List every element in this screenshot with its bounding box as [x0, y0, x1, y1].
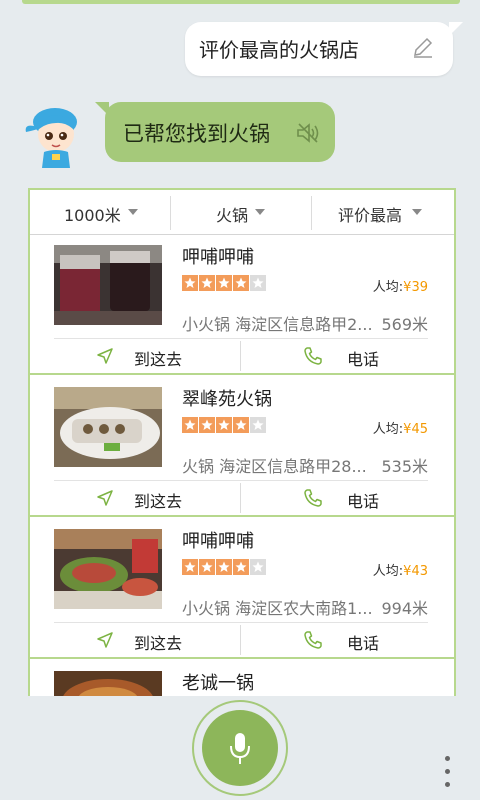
price-value: ¥43: [403, 564, 428, 579]
action-bar: 到这去 电话: [54, 622, 428, 657]
chevron-down-icon: [412, 209, 422, 215]
divider: [30, 657, 454, 659]
dot: [445, 769, 450, 774]
avg-label: 人均:: [372, 564, 404, 579]
pencil-icon[interactable]: [411, 35, 435, 63]
call-label: 电话: [347, 350, 380, 369]
reply-text: 已帮您找到火锅: [123, 122, 270, 146]
top-divider: [22, 0, 460, 4]
address: 火锅 海淀区信息路甲28... 535米: [182, 453, 428, 477]
restaurant-name: 呷哺呷哺: [182, 531, 254, 552]
assistant-avatar: [22, 100, 92, 170]
distance: 569米: [381, 315, 428, 334]
navigate-button[interactable]: 到这去: [54, 481, 240, 515]
star-rating: [182, 559, 266, 579]
address: 小火锅 海淀区农大南路1... 994米: [182, 595, 428, 619]
navigation-arrow-icon: [96, 347, 114, 369]
address-text: 小火锅 海淀区信息路甲2...: [182, 315, 373, 334]
speaker-muted-icon[interactable]: [295, 121, 321, 149]
restaurant-name: 翠峰苑火锅: [182, 389, 272, 410]
address: 小火锅 海淀区信息路甲2... 569米: [182, 311, 428, 335]
call-button[interactable]: 电话: [241, 339, 428, 373]
filter-category[interactable]: 火锅: [171, 190, 311, 234]
navigate-label: 到这去: [134, 492, 183, 511]
chevron-down-icon: [128, 209, 138, 215]
avg-price: 人均:¥39: [373, 276, 428, 295]
list-item[interactable]: 翠峰苑火锅 人均:¥45 火锅 海淀区信息路甲28... 535米 到这去 电话: [30, 377, 454, 517]
navigate-button[interactable]: 到这去: [54, 339, 240, 373]
query-text: 评价最高的火锅店: [199, 38, 359, 62]
address-text: 小火锅 海淀区农大南路1...: [182, 599, 373, 618]
restaurant-photo: [54, 671, 162, 696]
avg-label: 人均:: [372, 422, 404, 437]
restaurant-photo: [54, 387, 162, 467]
call-label: 电话: [347, 634, 380, 653]
divider: [30, 515, 454, 517]
assistant-reply-bubble[interactable]: 已帮您找到火锅: [95, 102, 335, 162]
call-button[interactable]: 电话: [241, 481, 428, 515]
phone-icon: [303, 630, 323, 654]
navigate-label: 到这去: [134, 350, 183, 369]
filter-distance-label: 1000米: [64, 206, 121, 225]
call-label: 电话: [347, 492, 380, 511]
distance: 535米: [381, 457, 428, 476]
more-options-icon[interactable]: [444, 756, 452, 790]
dot: [445, 756, 450, 761]
restaurant-photo: [54, 245, 162, 325]
navigation-arrow-icon: [96, 631, 114, 653]
price-value: ¥39: [403, 280, 428, 295]
star-rating: [182, 275, 266, 295]
action-bar: 到这去 电话: [54, 480, 428, 515]
navigate-label: 到这去: [134, 634, 183, 653]
action-bar: 到这去 电话: [54, 338, 428, 373]
navigation-arrow-icon: [96, 489, 114, 511]
filter-sort-label: 评价最高: [338, 206, 403, 225]
mic-button-core: [202, 710, 278, 786]
filter-category-label: 火锅: [216, 206, 249, 225]
avg-price: 人均:¥43: [373, 560, 428, 579]
price-value: ¥45: [403, 422, 428, 437]
filter-bar: 1000米 火锅 评价最高: [30, 190, 454, 235]
phone-icon: [303, 346, 323, 370]
list-item[interactable]: 呷哺呷哺 人均:¥43 小火锅 海淀区农大南路1... 994米 到这去 电话: [30, 519, 454, 659]
restaurant-name: 呷哺呷哺: [182, 247, 254, 268]
chevron-down-icon: [255, 209, 265, 215]
call-button[interactable]: 电话: [241, 623, 428, 657]
voice-input-button[interactable]: [192, 700, 288, 796]
divider: [30, 373, 454, 375]
restaurant-photo: [54, 529, 162, 609]
list-item[interactable]: 老诚一锅: [30, 661, 454, 696]
microphone-icon: [228, 732, 252, 770]
dot: [445, 782, 450, 787]
navigate-button[interactable]: 到这去: [54, 623, 240, 657]
phone-icon: [303, 488, 323, 512]
user-query-bubble[interactable]: 评价最高的火锅店: [185, 22, 463, 76]
distance: 994米: [381, 599, 428, 618]
restaurant-name: 老诚一锅: [182, 673, 254, 694]
list-item[interactable]: 呷哺呷哺 人均:¥39 小火锅 海淀区信息路甲2... 569米 到这去 电话: [30, 235, 454, 375]
avg-label: 人均:: [372, 280, 404, 295]
bubble-tail: [95, 102, 109, 116]
filter-distance[interactable]: 1000米: [30, 190, 170, 234]
avg-price: 人均:¥45: [373, 418, 428, 437]
filter-sort[interactable]: 评价最高: [312, 190, 454, 234]
star-rating: [182, 417, 266, 437]
results-panel: 1000米 火锅 评价最高 呷哺呷哺 人均:¥39 小火锅 海淀区信息路甲2..…: [28, 188, 456, 696]
address-text: 火锅 海淀区信息路甲28...: [182, 457, 367, 476]
bubble-tail: [449, 22, 463, 36]
